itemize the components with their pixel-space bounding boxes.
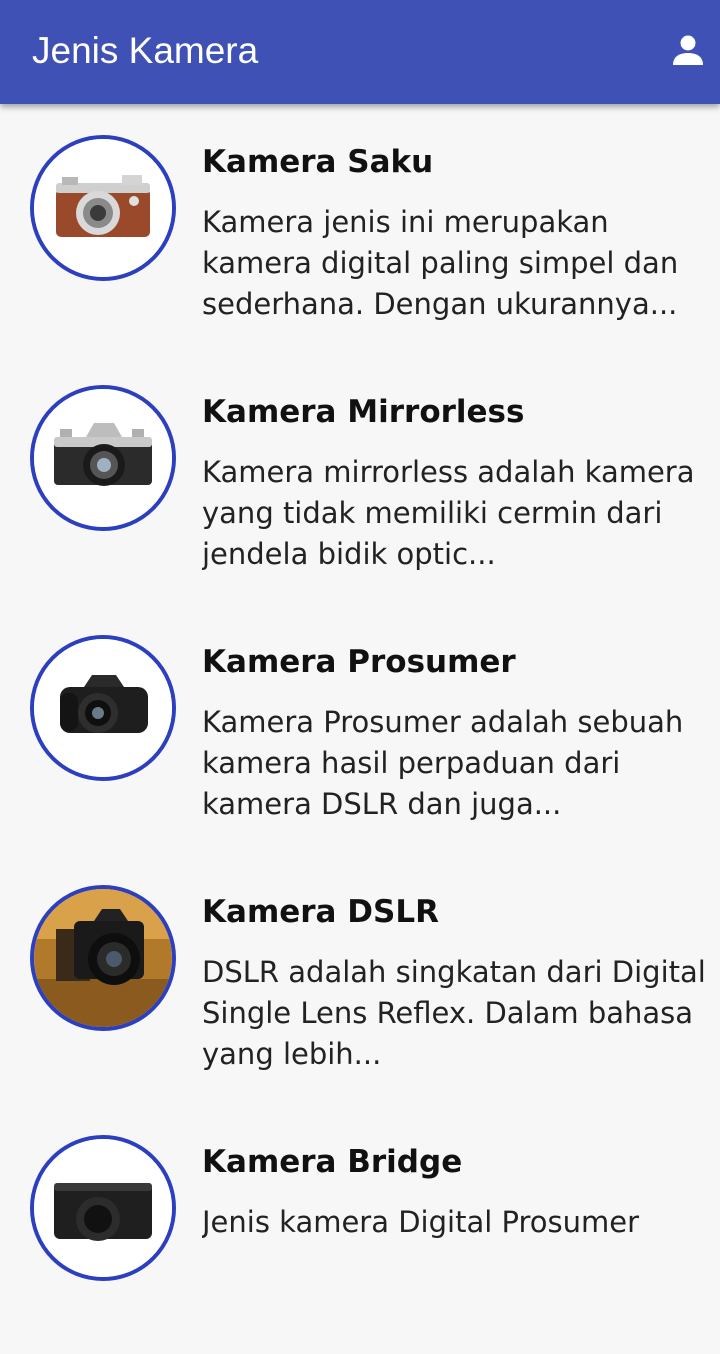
item-description: DSLR adalah singkatan dari Digital Singl… [202, 955, 706, 1071]
list-item-kamera-bridge[interactable]: Kamera Bridge Jenis kamera Digital Prosu… [0, 1104, 720, 1354]
item-description: Jenis kamera Digital Prosumer [202, 1205, 639, 1239]
item-description: Kamera mirrorless adalah kamera yang tid… [202, 455, 695, 571]
app-title: Jenis Kamera [32, 30, 259, 71]
list-item-kamera-prosumer[interactable]: Kamera Prosumer Kamera Prosumer adalah s… [0, 604, 720, 854]
item-title: Kamera Prosumer [202, 644, 516, 680]
dslr-camera-image [30, 885, 176, 1031]
item-title: Kamera DSLR [202, 894, 439, 930]
app-bar: Jenis Kamera [0, 0, 720, 104]
item-title: Kamera Bridge [202, 1144, 463, 1180]
pocket-camera-image [30, 135, 176, 281]
bridge-camera-image [30, 1135, 176, 1281]
mirrorless-camera-image [30, 385, 176, 531]
profile-button[interactable] [664, 26, 712, 74]
list-item-kamera-saku[interactable]: Kamera Saku Kamera jenis ini merupakan k… [0, 104, 720, 354]
item-title: Kamera Mirrorless [202, 394, 525, 430]
prosumer-camera-image [30, 635, 176, 781]
item-title: Kamera Saku [202, 144, 434, 180]
item-description: Kamera jenis ini merupakan kamera digita… [202, 205, 679, 321]
item-description: Kamera Prosumer adalah sebuah kamera has… [202, 705, 684, 821]
list-item-kamera-dslr[interactable]: Kamera DSLR DSLR adalah singkatan dari D… [0, 854, 720, 1104]
list-item-kamera-mirrorless[interactable]: Kamera Mirrorless Kamera mirrorless adal… [0, 354, 720, 604]
camera-list: Kamera Saku Kamera jenis ini merupakan k… [0, 104, 720, 1354]
person-icon [673, 35, 703, 65]
